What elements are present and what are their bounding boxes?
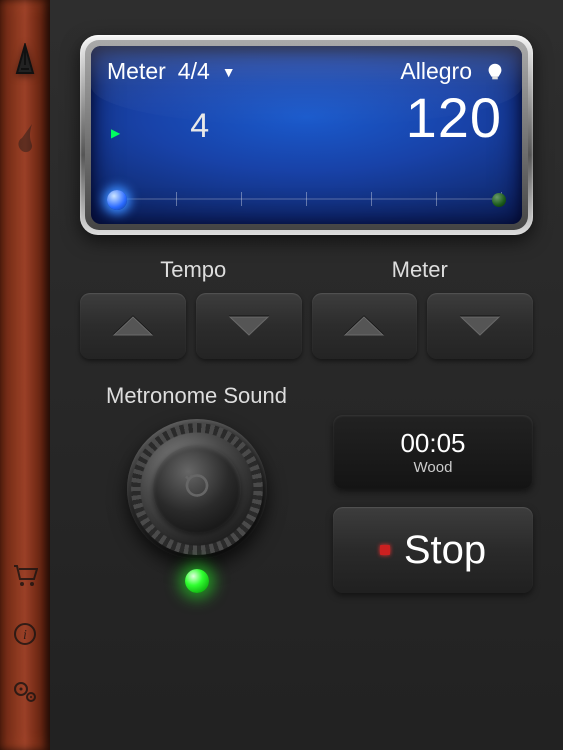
meter-label: Meter	[107, 58, 166, 85]
bpm-value[interactable]: 120	[406, 85, 502, 150]
beat-play-icon: ▶	[111, 126, 120, 140]
meter-section-label: Meter	[307, 257, 534, 283]
tempo-down-button[interactable]	[196, 293, 302, 359]
meter-dropdown-icon[interactable]: ▼	[222, 64, 236, 80]
timer-display[interactable]: 00:05 Wood	[333, 415, 533, 489]
sound-name: Wood	[414, 459, 453, 476]
tempo-name: Allegro	[400, 58, 472, 85]
beat-indicator-downbeat	[107, 190, 127, 210]
meter-down-button[interactable]	[427, 293, 533, 359]
tempo-up-button[interactable]	[80, 293, 186, 359]
sidebar: i	[0, 0, 50, 750]
timer-value: 00:05	[400, 428, 465, 459]
cycle-icon	[182, 471, 212, 508]
record-indicator-icon	[380, 545, 390, 555]
main-panel: Meter 4/4 ▼ Allegro ▶ 4 120	[50, 0, 563, 750]
tempo-section-label: Tempo	[80, 257, 307, 283]
metronome-icon[interactable]	[10, 40, 40, 80]
info-icon[interactable]: i	[10, 614, 40, 654]
beat-track	[111, 198, 502, 200]
sound-knob[interactable]	[127, 419, 267, 559]
cart-icon[interactable]	[10, 556, 40, 596]
sound-label: Metronome Sound	[106, 383, 287, 409]
stop-button[interactable]: Stop	[333, 507, 533, 593]
guitar-icon[interactable]	[10, 120, 40, 160]
settings-icon[interactable]	[10, 672, 40, 712]
meter-value[interactable]: 4/4	[178, 58, 210, 85]
beat-indicator-end	[492, 193, 506, 207]
lcd-bezel: Meter 4/4 ▼ Allegro ▶ 4 120	[80, 35, 533, 235]
stop-label: Stop	[404, 528, 486, 573]
knob-led-indicator	[185, 569, 209, 593]
lightbulb-icon[interactable]	[484, 61, 506, 83]
meter-up-button[interactable]	[312, 293, 418, 359]
lcd-display[interactable]: Meter 4/4 ▼ Allegro ▶ 4 120	[91, 46, 522, 224]
svg-text:i: i	[23, 628, 27, 643]
beat-count: 4	[190, 107, 209, 146]
